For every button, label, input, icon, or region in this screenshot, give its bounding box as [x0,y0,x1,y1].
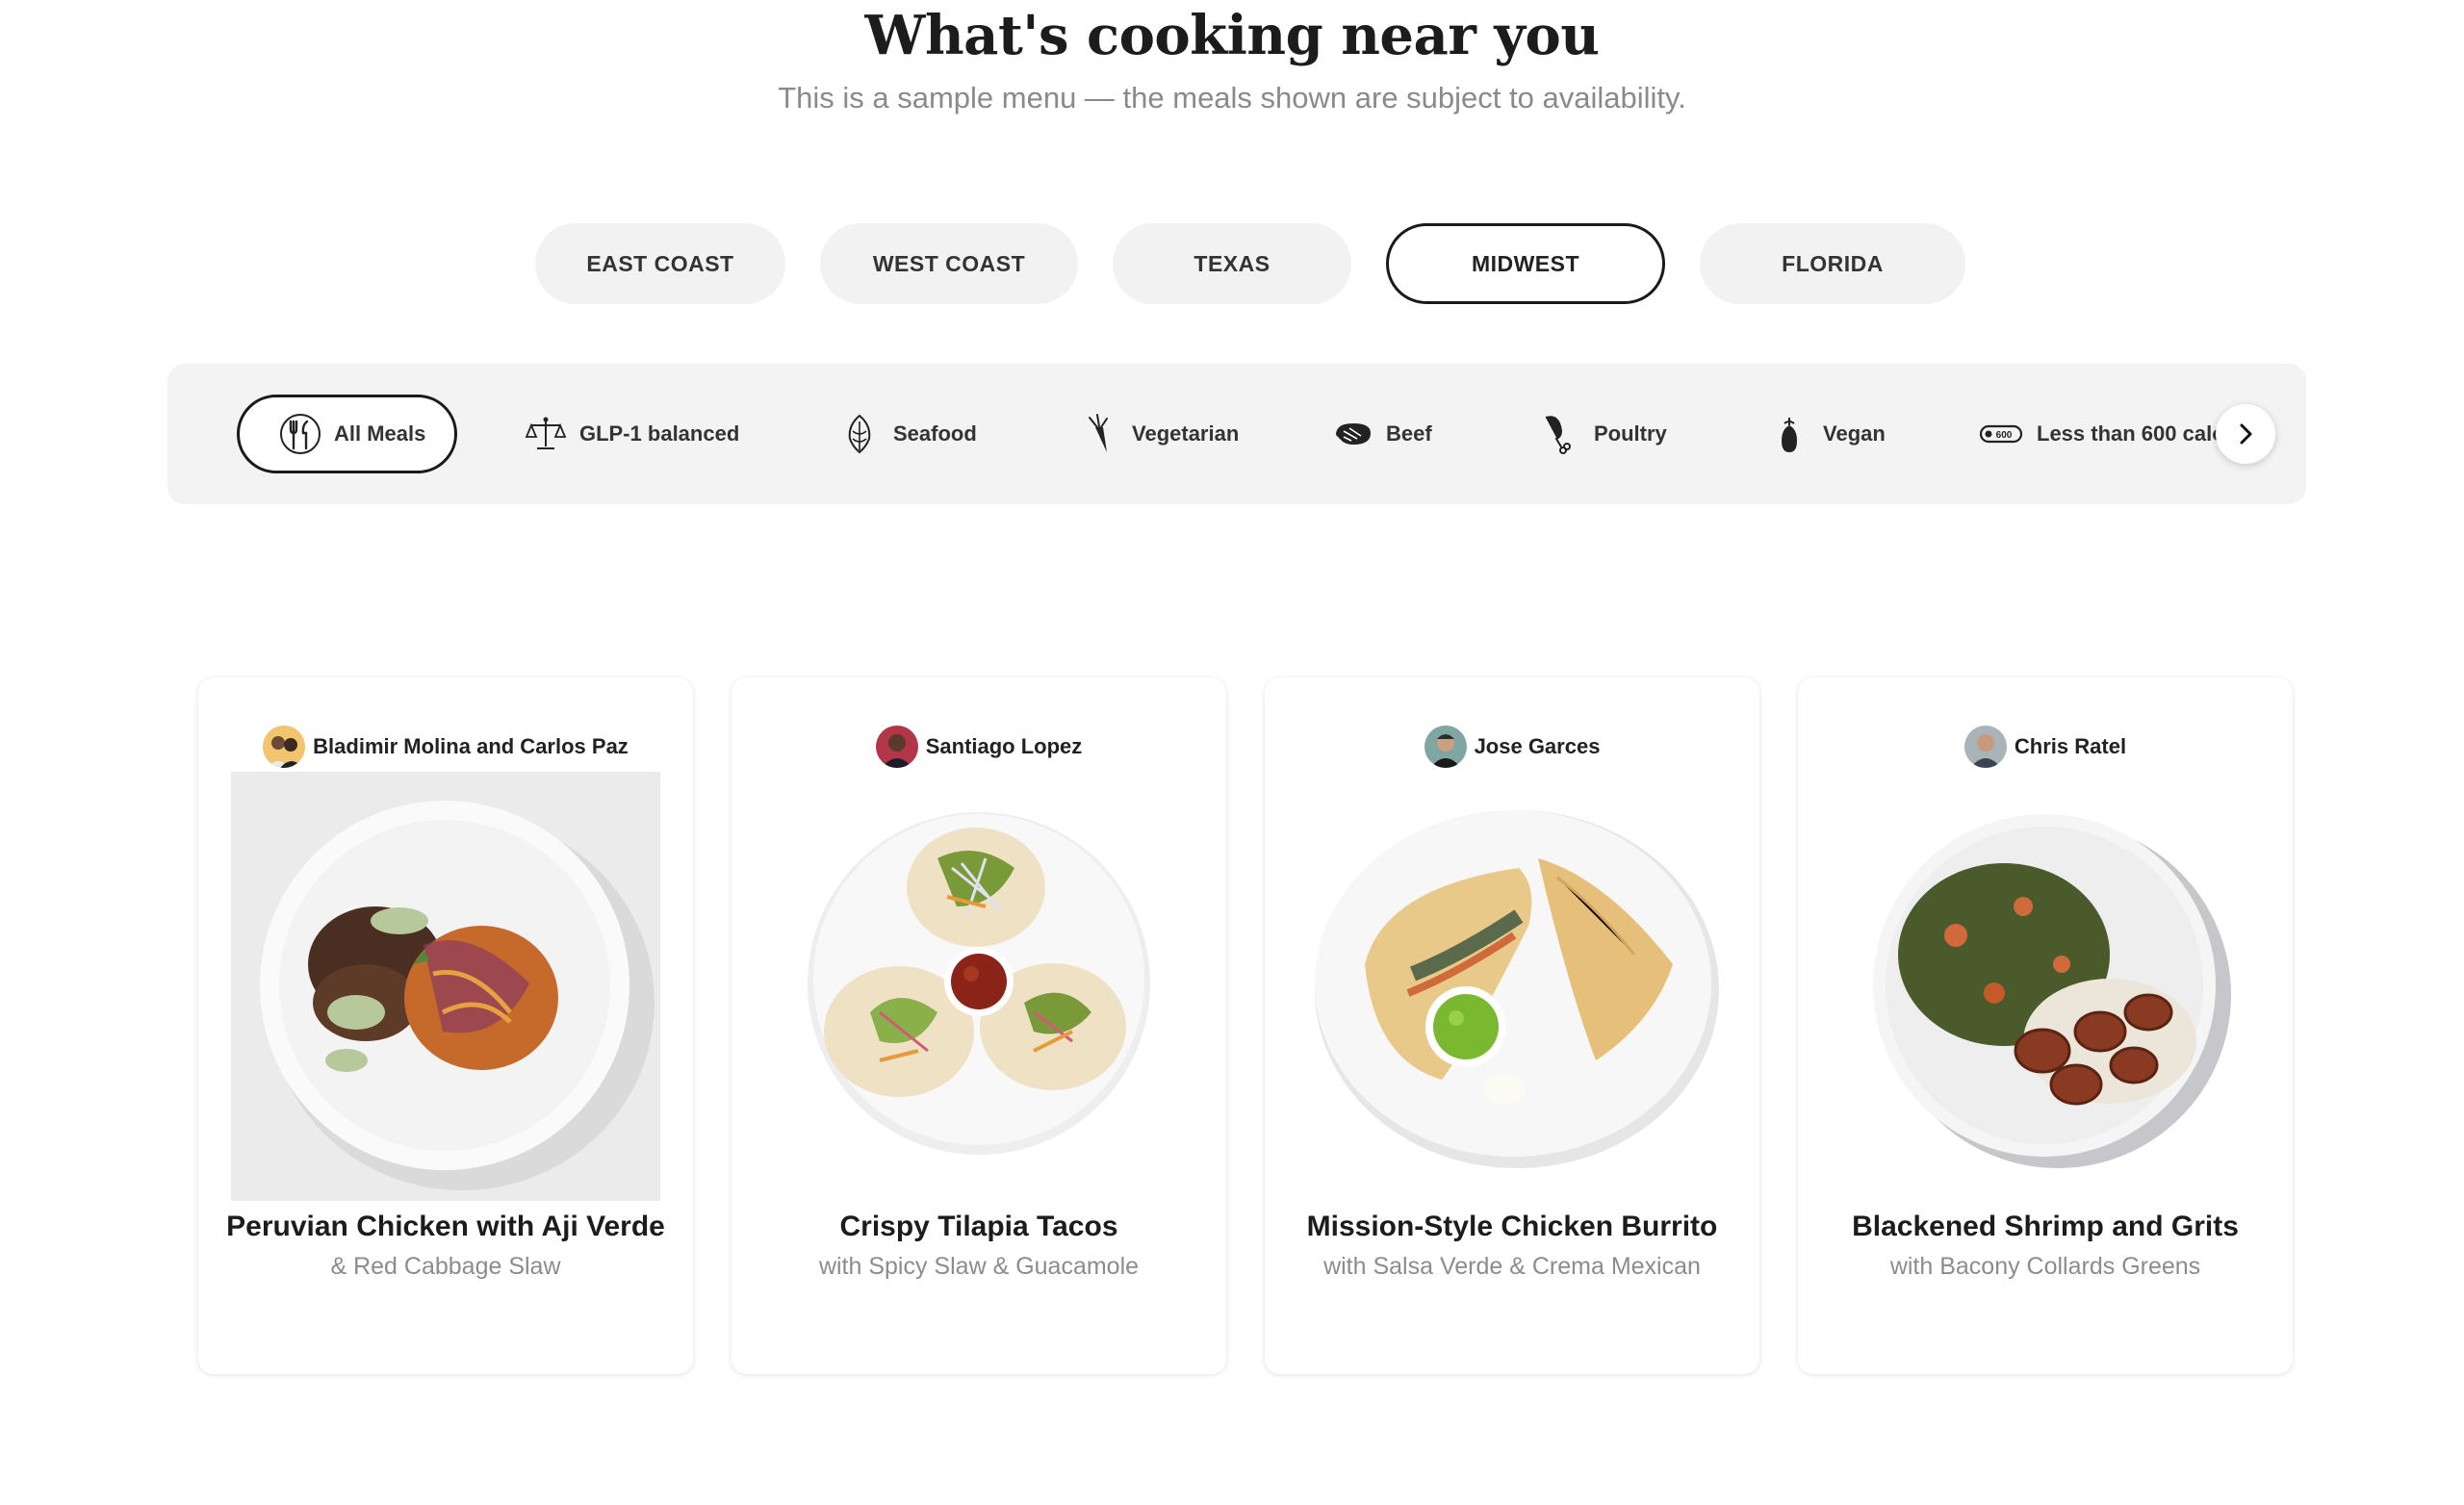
drumstick-icon [1545,416,1571,454]
meal-description: & Red Cabbage Slaw [330,1253,561,1280]
eggplant-icon [1782,418,1797,452]
meal-card[interactable]: Bladimir Molina and Carlos Paz Peruvian … [198,677,693,1374]
tab-east-coast[interactable]: EAST COAST [535,223,785,304]
chef-avatar [263,726,306,768]
scale-icon [525,417,567,449]
fish-icon [848,414,871,454]
filter-seafood[interactable]: Seafood [837,395,977,473]
region-tabs: EAST COAST WEST COAST TEXAS MIDWEST FLOR… [0,223,2464,304]
meal-description: with Bacony Collards Greens [1889,1253,2201,1280]
filter-label: Vegetarian [1132,421,1240,446]
filter-all-meals[interactable]: All Meals [237,395,458,473]
filter-label: Poultry [1594,421,1667,446]
chef-byline: Chris Ratel [1798,726,2293,768]
filter-beef[interactable]: Beef [1330,395,1432,473]
meal-photo [1831,772,2260,1201]
meal-photo [1297,772,1727,1201]
meal-name: Mission-Style Chicken Burrito [1306,1211,1718,1242]
chef-byline: Santiago Lopez [732,726,1226,768]
meal-card[interactable]: Chris Ratel Blackened Shrimp and Grits w… [1798,677,2293,1374]
steak-icon [1336,423,1371,445]
filter-vegetarian[interactable]: Vegetarian [1076,395,1239,473]
chef-avatar [1424,726,1467,768]
filter-poultry[interactable]: Poultry [1538,395,1667,473]
filters-next-button[interactable] [2216,404,2275,464]
chef-name: Bladimir Molina and Carlos Paz [313,734,629,758]
chef-byline: Bladimir Molina and Carlos Paz [198,726,693,768]
chef-avatar [1964,726,2007,768]
chef-byline: Jose Garces [1265,726,1759,768]
tab-texas[interactable]: TEXAS [1113,223,1351,304]
filter-vegan[interactable]: Vegan [1767,395,1886,473]
meal-description: with Salsa Verde & Crema Mexican [1323,1253,1701,1280]
filter-less-than-600-clip: 600 Less than 600 calo [1977,395,2223,473]
tab-midwest[interactable]: MIDWEST [1386,223,1665,304]
filter-label: Less than 600 calo [2037,421,2223,446]
chef-name: Santiago Lopez [925,734,1083,758]
meal-name: Crispy Tilapia Tacos [839,1211,1118,1242]
calorie-badge-text: 600 [1996,430,2013,441]
utensils-icon [280,414,321,454]
chef-name: Chris Ratel [2014,734,2127,758]
meal-description: with Spicy Slaw & Guacamole [818,1253,1140,1280]
filter-label: All Meals [334,421,426,446]
filter-label: Seafood [893,421,977,446]
meal-card[interactable]: Jose Garces Mission-Style Chicken Burrit… [1265,677,1759,1374]
page-title: What's cooking near you [864,4,1600,67]
filter-label: GLP-1 balanced [579,421,740,446]
filter-glp1-balanced[interactable]: GLP-1 balanced [524,395,739,473]
chef-name: Jose Garces [1474,734,1601,758]
meal-photo [764,772,1194,1201]
tab-west-coast[interactable]: WEST COAST [820,223,1078,304]
chevron-right-icon [2240,423,2252,445]
filter-label: Vegan [1823,421,1886,446]
page-subtitle: This is a sample menu — the meals shown … [778,81,1686,115]
meal-name: Peruvian Chicken with Aji Verde [226,1211,665,1242]
filter-label: Beef [1386,421,1432,446]
meal-photo [231,772,660,1201]
filter-less-than-600-calories[interactable]: 600 Less than 600 calo [1977,395,2223,473]
tab-florida[interactable]: FLORIDA [1700,223,1965,304]
carrot-icon [1089,414,1108,452]
meal-name: Blackened Shrimp and Grits [1852,1211,2239,1242]
chef-avatar [875,726,918,768]
600-calorie-icon: 600 [1979,424,2023,444]
meal-card[interactable]: Santiago Lopez Crispy Tilapia Tacos with… [732,677,1226,1374]
